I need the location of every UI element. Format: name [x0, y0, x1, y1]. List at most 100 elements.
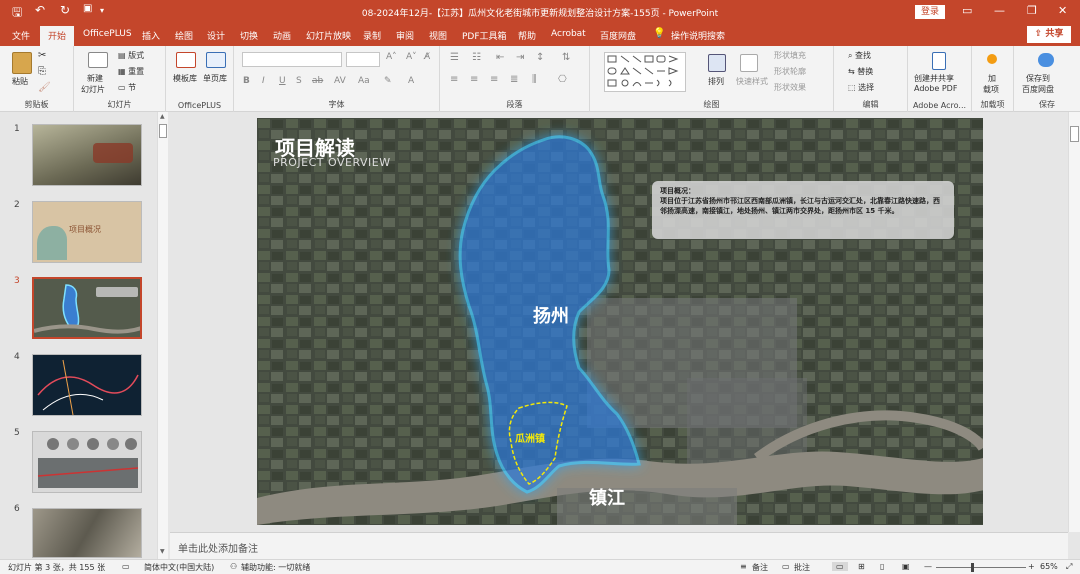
tab-insert[interactable]: 插入 [142, 29, 160, 42]
layout-button[interactable]: ▤ 版式 [118, 50, 144, 61]
underline-icon[interactable]: U [279, 76, 286, 86]
create-share-label[interactable]: 创建并共享 [914, 73, 954, 84]
notes-toggle[interactable]: 备注 [752, 562, 768, 573]
slide-thumbnail-6[interactable] [32, 508, 142, 558]
cut-icon[interactable]: ✂ [38, 50, 46, 61]
project-info-box[interactable]: 项目概况： 项目位于江苏省扬州市邗江区西南部瓜洲镇，长江与古运河交汇处，北靠春江… [652, 181, 954, 239]
tab-view[interactable]: 视图 [429, 29, 447, 42]
current-slide[interactable]: 项目解读 PROJECT OVERVIEW 项目概况： 项目位于江苏省扬州市邗江… [257, 118, 983, 525]
reading-view-icon[interactable]: ▯ [880, 562, 884, 571]
single-page-library-button[interactable]: 单页库 [203, 73, 227, 84]
slide-thumbnail-5[interactable] [32, 431, 142, 493]
line-spacing-icon[interactable]: ↕ [536, 52, 544, 63]
new-slide-label-2[interactable]: 幻灯片 [81, 84, 105, 95]
normal-view-icon[interactable]: ▭ [832, 562, 848, 571]
tab-draw[interactable]: 绘图 [175, 29, 193, 42]
close-icon[interactable]: ✕ [1058, 4, 1067, 17]
clear-formatting-icon[interactable]: A̸ [424, 52, 430, 62]
tab-officeplus[interactable]: OfficePLUS [83, 29, 132, 39]
slide-subtitle[interactable]: PROJECT OVERVIEW [273, 156, 391, 169]
change-case-icon[interactable]: Aa [358, 76, 370, 86]
template-library-button[interactable]: 模板库 [173, 73, 197, 84]
addins-icon[interactable] [987, 54, 997, 64]
tab-animations[interactable]: 动画 [273, 29, 291, 42]
slideshow-icon[interactable]: ▣ [902, 562, 910, 571]
template-library-icon[interactable] [176, 52, 196, 68]
tab-slideshow[interactable]: 幻灯片放映 [306, 29, 351, 42]
align-left-icon[interactable]: ≡ [450, 74, 458, 85]
addins-label-1[interactable]: 加 [988, 73, 996, 84]
tab-help[interactable]: 帮助 [518, 29, 536, 42]
copy-icon[interactable]: ⎘ [38, 66, 46, 77]
zoom-in-icon[interactable]: + [1028, 562, 1035, 571]
font-size-select[interactable] [346, 52, 380, 67]
bold-icon[interactable]: B [243, 76, 250, 86]
align-right-icon[interactable]: ≡ [490, 74, 498, 85]
shape-effects-button[interactable]: 形状效果 [774, 82, 806, 93]
increase-font-icon[interactable]: A˄ [386, 52, 397, 62]
highlight-icon[interactable]: ✎ [384, 76, 392, 86]
shadow-icon[interactable]: S [296, 76, 302, 86]
increase-indent-icon[interactable]: ⇥ [516, 52, 524, 63]
slide-sorter-icon[interactable]: ⊞ [858, 562, 865, 571]
bullets-icon[interactable]: ☰ [450, 52, 459, 63]
font-color-icon[interactable]: A [408, 76, 414, 86]
paste-icon[interactable] [12, 52, 32, 74]
addins-label-2[interactable]: 载项 [983, 84, 999, 95]
tab-file[interactable]: 文件 [12, 29, 30, 42]
tab-acrobat[interactable]: Acrobat [551, 29, 586, 39]
strikethrough-icon[interactable]: ab [312, 76, 323, 86]
restore-icon[interactable]: ❐ [1027, 4, 1037, 17]
quick-styles-button[interactable]: 快速样式 [736, 76, 768, 87]
label-zhenjiang[interactable]: 镇江 [589, 484, 625, 510]
reset-button[interactable]: ▦ 重置 [118, 66, 144, 77]
zoom-slider-handle[interactable] [971, 563, 974, 572]
slide-thumbnail-2[interactable]: 项目概况 [32, 201, 142, 263]
zoom-out-icon[interactable]: — [924, 562, 932, 571]
slide-scroll-thumb[interactable] [1070, 126, 1079, 142]
notes-placeholder[interactable]: 单击此处添加备注 [178, 540, 258, 555]
baidu-cloud-icon[interactable] [1038, 53, 1054, 67]
new-slide-label[interactable]: 新建 [87, 73, 103, 84]
notes-pane[interactable]: 单击此处添加备注 [170, 532, 1068, 559]
select-button[interactable]: ⬚ 选择 [848, 82, 874, 93]
new-slide-icon[interactable] [88, 52, 108, 68]
language-indicator[interactable]: 简体中文(中国大陆) [144, 562, 214, 573]
scroll-down-icon[interactable]: ▼ [160, 548, 165, 555]
format-painter-icon[interactable]: 🖌 [38, 82, 51, 93]
slide-thumbnail-3[interactable] [32, 277, 142, 339]
minimize-icon[interactable]: — [994, 4, 1005, 17]
scroll-up-icon[interactable]: ▲ [160, 113, 165, 120]
accessibility-status[interactable]: 辅助功能: 一切就绪 [241, 562, 310, 573]
zoom-level[interactable]: 65% [1040, 562, 1058, 571]
single-page-library-icon[interactable] [206, 52, 226, 68]
find-button[interactable]: ⌕ 查找 [848, 50, 871, 61]
spacing-icon[interactable]: AV [334, 76, 346, 86]
tab-home[interactable]: 开始 [40, 26, 75, 46]
slide-scrollbar[interactable] [1068, 112, 1080, 532]
section-button[interactable]: ▭ 节 [118, 82, 136, 93]
fit-to-window-icon[interactable]: ⤢ [1066, 562, 1072, 572]
arrange-button[interactable]: 排列 [708, 76, 724, 87]
tab-baidu-netdisk[interactable]: 百度网盘 [600, 29, 636, 42]
slide-thumbnail-4[interactable] [32, 354, 142, 416]
tab-pdf-toolbox[interactable]: PDF工具箱 [462, 29, 507, 42]
font-name-select[interactable] [242, 52, 342, 67]
shape-fill-button[interactable]: 形状填充 [774, 50, 806, 61]
ribbon-display-options-icon[interactable]: ▭ [962, 4, 972, 17]
paste-button[interactable]: 粘贴 [12, 76, 28, 87]
smartart-icon[interactable]: ⎔ [558, 74, 567, 85]
label-yangzhou[interactable]: 扬州 [533, 302, 569, 328]
quick-styles-icon[interactable] [740, 54, 758, 72]
text-direction-icon[interactable]: ⇅ [562, 52, 570, 63]
justify-icon[interactable]: ≣ [510, 74, 518, 85]
decrease-font-icon[interactable]: A˅ [406, 52, 417, 62]
replace-button[interactable]: ⇆ 替换 [848, 66, 873, 77]
save-to-label[interactable]: 保存到 [1026, 73, 1050, 84]
shape-outline-button[interactable]: 形状轮廓 [774, 66, 806, 77]
shapes-gallery[interactable] [604, 52, 686, 92]
tab-record[interactable]: 录制 [363, 29, 381, 42]
zoom-slider[interactable] [936, 567, 1026, 568]
create-pdf-icon[interactable] [932, 52, 946, 70]
adobe-pdf-label[interactable]: Adobe PDF [914, 84, 957, 93]
